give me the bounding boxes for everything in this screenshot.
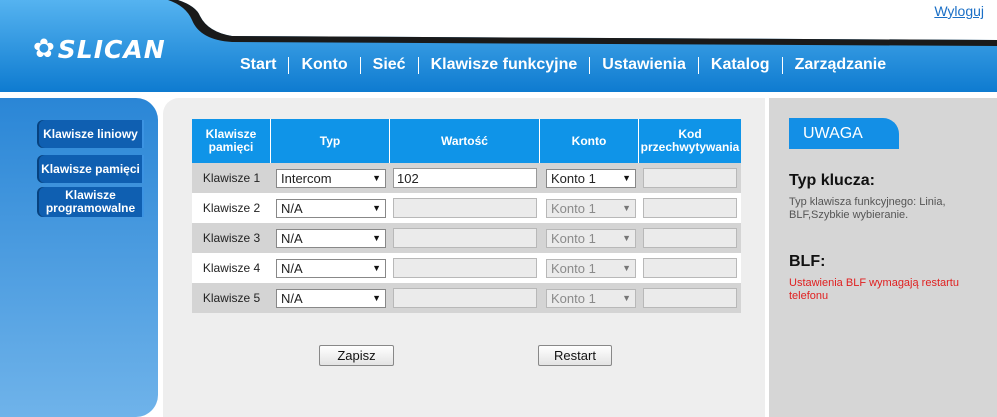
memory-keys-table: Klawisze pamięci Typ Wartość Konto Kod p… xyxy=(192,119,741,313)
nav-ustawienia[interactable]: Ustawienia xyxy=(590,56,698,74)
type-select[interactable]: N/A ▼ xyxy=(276,288,386,308)
value-input[interactable] xyxy=(393,288,537,308)
key-label: Klawisze 5 xyxy=(192,283,271,313)
dropdown-arrow-icon: ▼ xyxy=(622,173,631,183)
nav-start[interactable]: Start xyxy=(228,56,288,74)
dropdown-arrow-icon: ▼ xyxy=(372,233,381,243)
column-header-kod: Kod przechwytywania xyxy=(639,119,741,163)
value-input[interactable] xyxy=(393,258,537,278)
type-select[interactable]: N/A ▼ xyxy=(276,198,386,218)
pickup-code-input[interactable] xyxy=(643,288,737,308)
account-select[interactable]: Konto 1 ▼ xyxy=(546,258,636,278)
notes-panel: UWAGA Typ klucza: Typ klawisza funkcyjne… xyxy=(769,98,997,417)
type-select[interactable]: Intercom ▼ xyxy=(276,168,386,188)
nav-siec[interactable]: Sieć xyxy=(361,56,418,74)
table-row: Klawisze 4 N/A ▼ Konto 1 ▼ xyxy=(192,253,741,283)
type-select[interactable]: N/A ▼ xyxy=(276,258,386,278)
account-select-value: Konto 1 xyxy=(551,290,596,306)
type-select-value: N/A xyxy=(281,230,303,246)
nav-katalog[interactable]: Katalog xyxy=(699,56,782,74)
sidebar-item-klawisze-programowalne[interactable]: Klawisze programowalne xyxy=(39,187,144,217)
account-select[interactable]: Konto 1 ▼ xyxy=(546,198,636,218)
key-label: Klawisze 3 xyxy=(192,223,271,253)
logout-link[interactable]: Wyloguj xyxy=(934,3,984,19)
table-header-row: Klawisze pamięci Typ Wartość Konto Kod p… xyxy=(192,119,741,163)
account-select-value: Konto 1 xyxy=(551,200,596,216)
type-select-value: N/A xyxy=(281,260,303,276)
dropdown-arrow-icon: ▼ xyxy=(622,203,631,213)
column-header-typ: Typ xyxy=(271,119,390,163)
note-text-blf: Ustawienia BLF wymagają restartu telefon… xyxy=(789,277,959,302)
dropdown-arrow-icon: ▼ xyxy=(372,293,381,303)
logo-flower-icon: ✿ xyxy=(33,34,56,64)
type-select-value: N/A xyxy=(281,290,303,306)
save-button[interactable]: Zapisz xyxy=(319,345,394,366)
sidebar-item-klawisze-liniowy[interactable]: Klawisze liniowy xyxy=(39,120,144,148)
sidebar: Klawisze liniowy Klawisze pamięci Klawis… xyxy=(0,98,158,417)
value-input[interactable] xyxy=(393,228,537,248)
pickup-code-input[interactable] xyxy=(643,258,737,278)
type-select[interactable]: N/A ▼ xyxy=(276,228,386,248)
account-select[interactable]: Konto 1 ▼ xyxy=(546,228,636,248)
type-select-value: N/A xyxy=(281,200,303,216)
dropdown-arrow-icon: ▼ xyxy=(622,263,631,273)
header: ✿ SLICAN Wyloguj Start Konto Sieć Klawis… xyxy=(0,0,997,92)
dropdown-arrow-icon: ▼ xyxy=(622,233,631,243)
key-label: Klawisze 4 xyxy=(192,253,271,283)
pickup-code-input[interactable] xyxy=(643,168,737,188)
dropdown-arrow-icon: ▼ xyxy=(372,173,381,183)
note-text-key-type: Typ klawisza funkcyjnego: Linia, BLF,Szy… xyxy=(789,196,946,221)
nav-klawisze-funkcyjne[interactable]: Klawisze funkcyjne xyxy=(419,56,590,74)
table-row: Klawisze 5 N/A ▼ Konto 1 ▼ xyxy=(192,283,741,313)
value-input[interactable]: 102 xyxy=(393,168,537,188)
notes-header: UWAGA xyxy=(789,118,899,149)
type-select-value: Intercom xyxy=(281,170,332,186)
dropdown-arrow-icon: ▼ xyxy=(622,293,631,303)
table-row: Klawisze 3 N/A ▼ Konto 1 ▼ xyxy=(192,223,741,253)
pickup-code-input[interactable] xyxy=(643,228,737,248)
column-header-wartosc: Wartość xyxy=(390,119,540,163)
column-header-konto: Konto xyxy=(540,119,639,163)
dropdown-arrow-icon: ▼ xyxy=(372,203,381,213)
key-label: Klawisze 1 xyxy=(192,163,271,193)
restart-button[interactable]: Restart xyxy=(538,345,612,366)
table-row: Klawisze 2 N/A ▼ Konto 1 ▼ xyxy=(192,193,741,223)
sidebar-item-klawisze-pamieci[interactable]: Klawisze pamięci xyxy=(39,155,144,183)
nav-konto[interactable]: Konto xyxy=(289,56,359,74)
table-row: Klawisze 1 Intercom ▼ 102 Konto 1 ▼ xyxy=(192,163,741,193)
account-select-value: Konto 1 xyxy=(551,230,596,246)
note-title-blf: BLF: xyxy=(789,253,826,270)
account-select[interactable]: Konto 1 ▼ xyxy=(546,288,636,308)
dropdown-arrow-icon: ▼ xyxy=(372,263,381,273)
note-title-key-type: Typ klucza: xyxy=(789,172,875,189)
value-input[interactable] xyxy=(393,198,537,218)
nav-zarzadzanie[interactable]: Zarządzanie xyxy=(783,56,899,74)
main-nav: Start Konto Sieć Klawisze funkcyjne Usta… xyxy=(228,54,898,76)
account-select[interactable]: Konto 1 ▼ xyxy=(546,168,636,188)
slican-logo: ✿ SLICAN xyxy=(33,34,166,64)
logo-text: SLICAN xyxy=(57,34,166,64)
account-select-value: Konto 1 xyxy=(551,170,596,186)
column-header-klawisze: Klawisze pamięci xyxy=(192,119,271,163)
key-label: Klawisze 2 xyxy=(192,193,271,223)
pickup-code-input[interactable] xyxy=(643,198,737,218)
account-select-value: Konto 1 xyxy=(551,260,596,276)
